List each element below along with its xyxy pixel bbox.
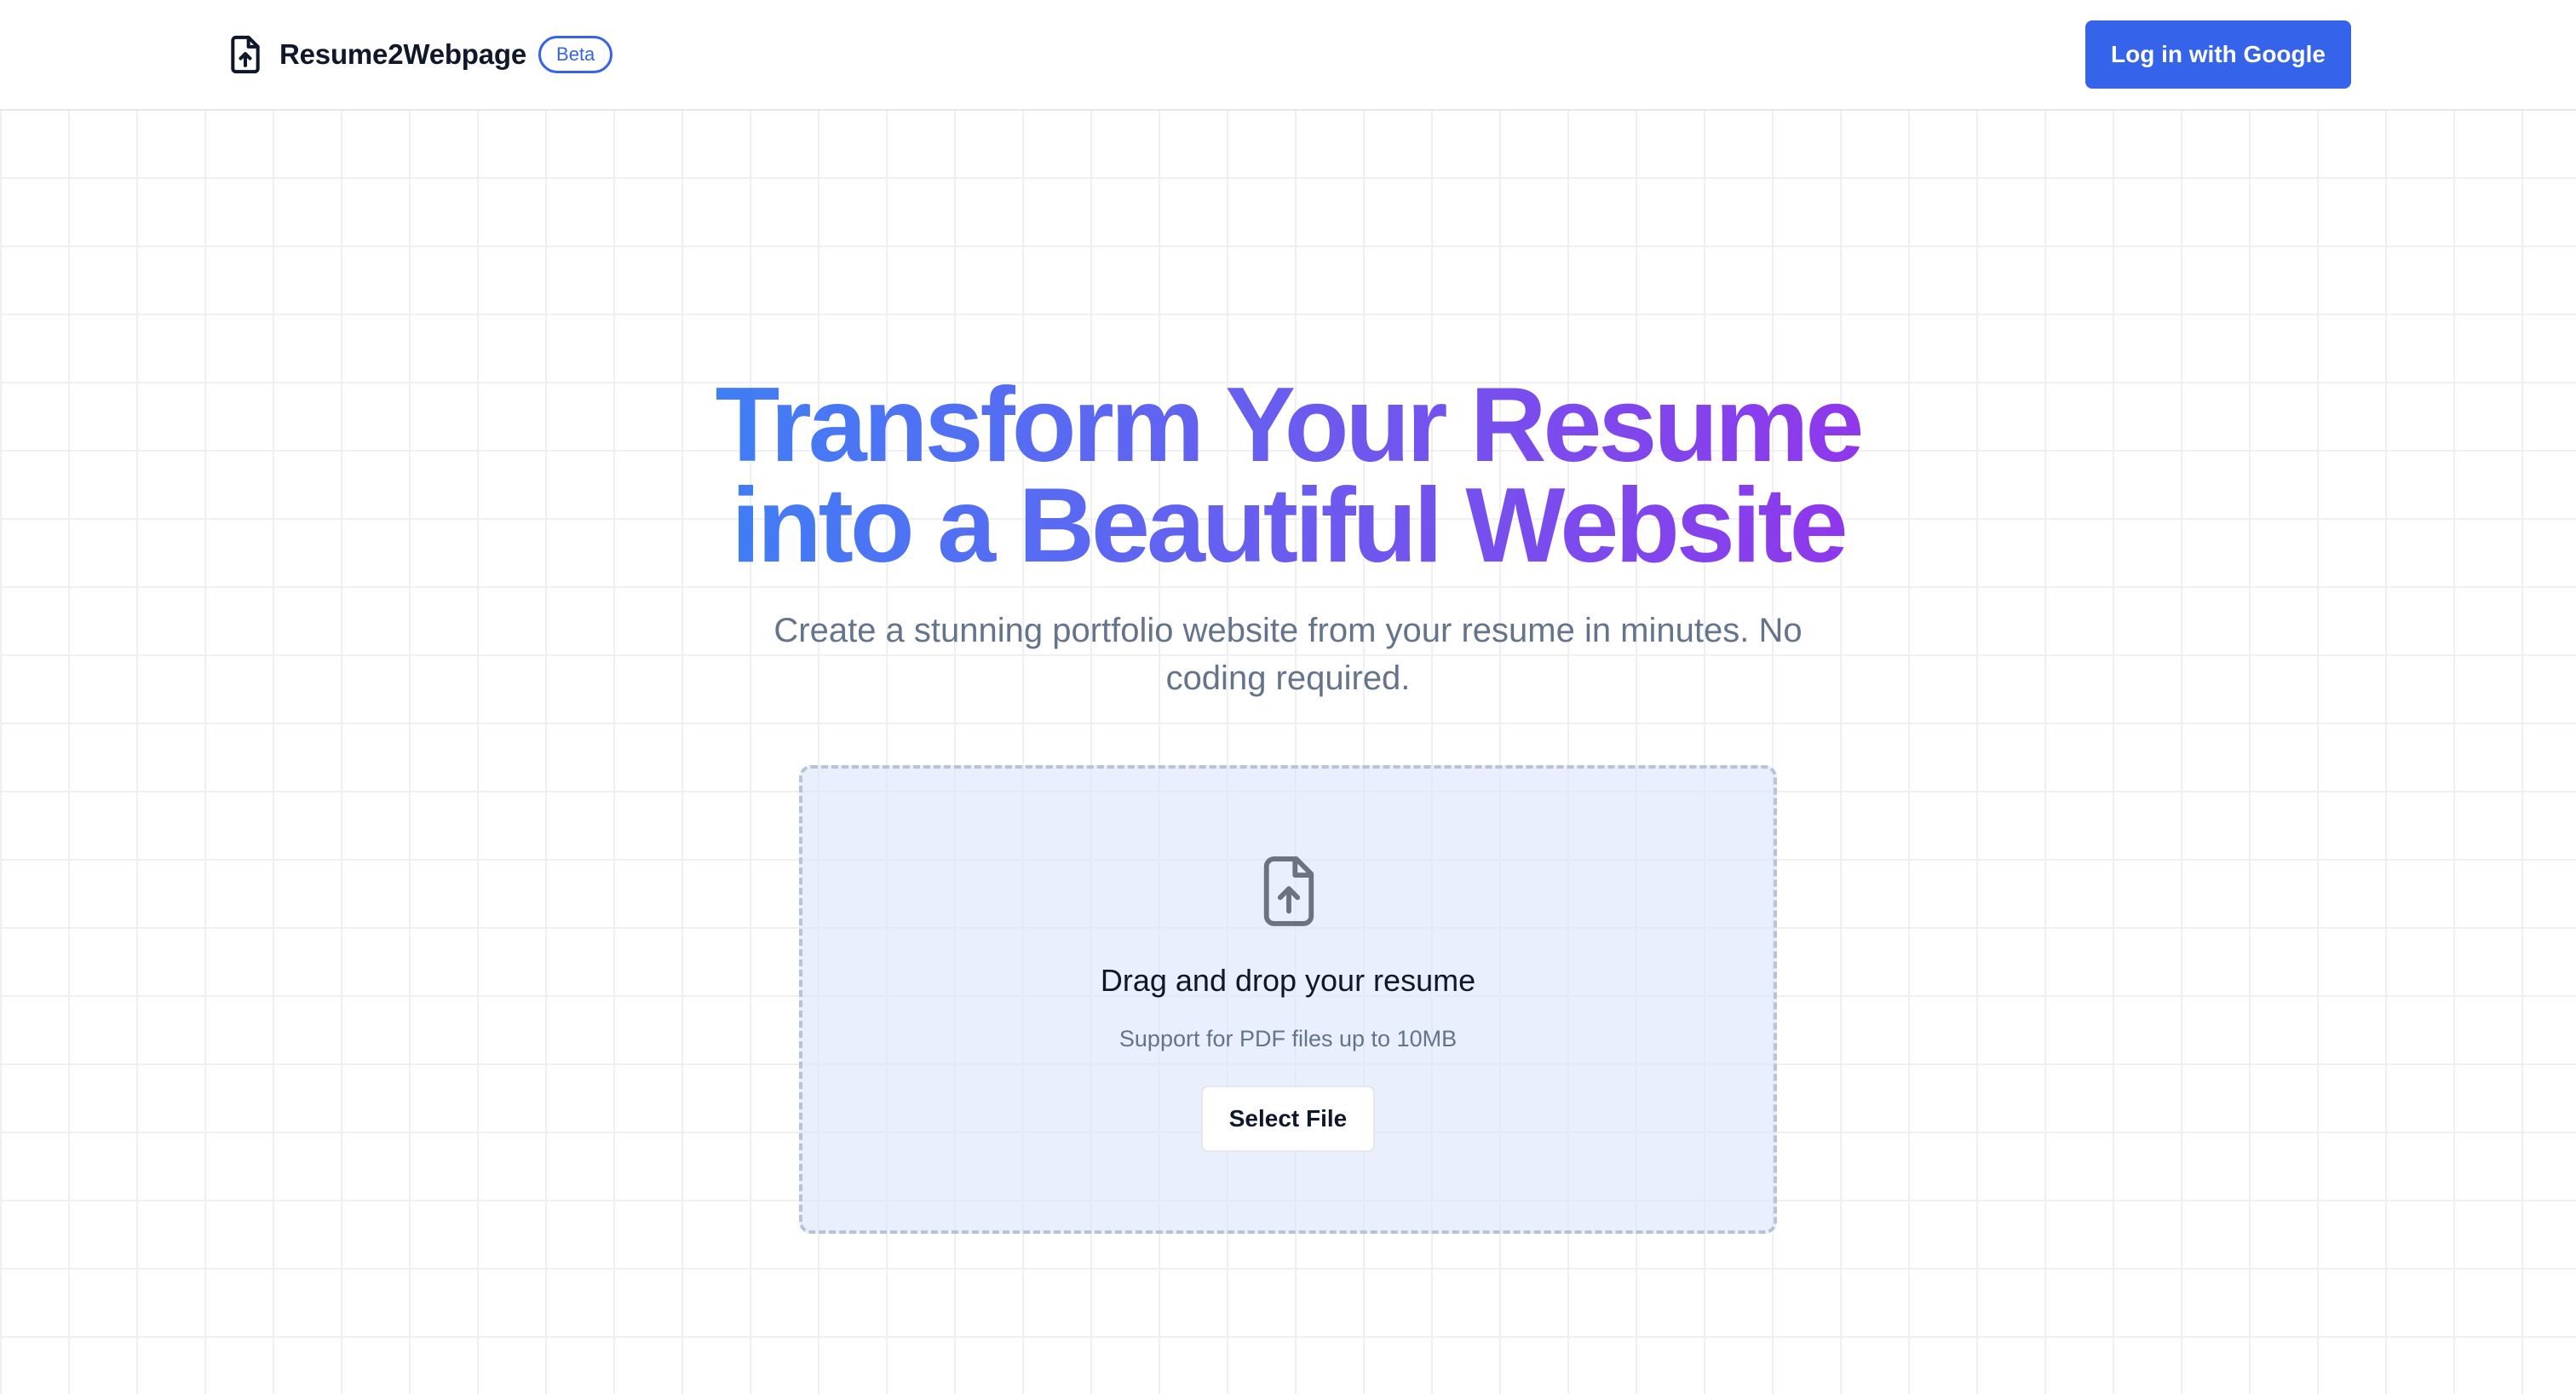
google-login-button[interactable]: Log in with Google [2085,20,2351,89]
hero-title-line-2: into a Beautiful Website [731,467,1845,585]
beta-badge: Beta [538,36,613,73]
hero-title-line-1: Transform Your Resume [715,366,1861,484]
hero-title: Transform Your Resume into a Beautiful W… [649,375,1927,576]
file-upload-icon [227,34,264,75]
dropzone-hint: Support for PDF files up to 10MB [1118,1026,1458,1051]
hero-subtitle: Create a stunning portfolio website from… [773,612,1803,697]
brand[interactable]: Resume2Webpage Beta [227,32,613,77]
file-upload-icon [1259,852,1319,930]
dropzone-title: Drag and drop your resume [1100,963,1476,998]
top-navbar: Resume2Webpage Beta Log in with Google [0,0,2576,111]
resume-dropzone[interactable]: Drag and drop your resume Support for PD… [799,765,1777,1234]
brand-name: Resume2Webpage [279,38,527,70]
select-file-button[interactable]: Select File [1201,1086,1375,1152]
hero-section: Transform Your Resume into a Beautiful W… [0,375,2576,702]
